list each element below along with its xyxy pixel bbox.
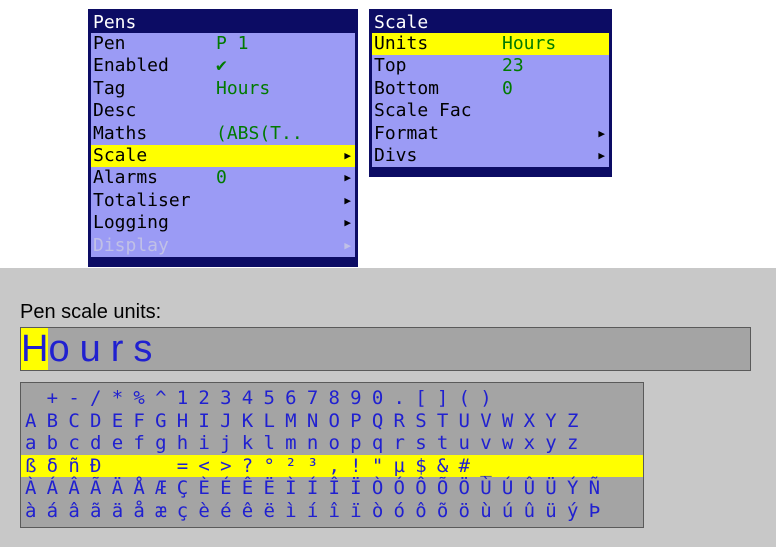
menu-item-label: Scale Fac xyxy=(374,100,472,122)
scale-menu-title: Scale xyxy=(374,12,429,33)
menu-item-label: Bottom xyxy=(374,77,440,99)
menu-item-desc[interactable]: Desc xyxy=(91,100,355,122)
menu-item-bottom[interactable]: Bottom 0 xyxy=(372,78,609,100)
check-icon: ✔ xyxy=(216,55,227,77)
entry-text: Hours xyxy=(21,328,163,370)
menu-item-tag[interactable]: Tag Hours xyxy=(91,78,355,100)
menu-item-format[interactable]: Format ▶ xyxy=(372,123,609,145)
menu-item-alarms[interactable]: Alarms 0 ▶ xyxy=(91,167,355,189)
menu-item-units[interactable]: Units Hours xyxy=(372,33,609,56)
entry-prompt: Pen scale units: xyxy=(20,301,162,323)
submenu-arrow-icon: ▶ xyxy=(344,216,351,230)
pens-menu-body: Pen P 1 Enabled ✔ Tag Hours Desc Maths (… xyxy=(91,33,355,257)
menu-item-display: Display ▶ xyxy=(91,235,355,257)
scale-menu: Scale Units Hours Top 23 Bottom 0 Scale … xyxy=(369,9,612,177)
menu-item-value: 0 xyxy=(502,77,513,99)
menu-item-scale-fac[interactable]: Scale Fac xyxy=(372,100,609,122)
entry-text-rest: ours xyxy=(48,328,163,370)
menu-item-value: Hours xyxy=(502,33,557,54)
text-entry-panel: Pen scale units: Hours + - / * % ^ 1 2 3… xyxy=(0,268,776,547)
menu-item-label: Top xyxy=(374,55,407,77)
submenu-arrow-icon: ▶ xyxy=(344,171,351,185)
menu-item-label: Tag xyxy=(93,77,126,99)
char-row-accented-upper[interactable]: À Á Â Ã Ä Å Æ Ç È É Ê Ë Ì Í Î Ï Ò Ó Ô Õ … xyxy=(21,477,643,500)
char-row-uppercase[interactable]: A B C D E F G H I J K L M N O P Q R S T … xyxy=(21,410,643,433)
menu-item-label: Display xyxy=(93,234,169,256)
menu-item-label: Format xyxy=(374,122,440,144)
submenu-arrow-icon: ▶ xyxy=(598,126,605,140)
menu-item-label: Scale xyxy=(93,144,148,166)
text-cursor: H xyxy=(21,328,49,370)
menu-item-value: (ABS(T.. xyxy=(216,122,303,144)
menu-item-value: 0 xyxy=(216,167,227,189)
menu-item-label: Pen xyxy=(93,33,126,54)
submenu-arrow-icon: ▶ xyxy=(344,148,351,162)
menu-item-value: P 1 xyxy=(216,33,249,54)
menu-item-label: Enabled xyxy=(93,55,169,77)
char-row-lowercase[interactable]: a b c d e f g h i j k l m n o p q r s t … xyxy=(21,432,643,455)
menu-item-maths[interactable]: Maths (ABS(T.. xyxy=(91,123,355,145)
menu-item-divs[interactable]: Divs ▶ xyxy=(372,145,609,167)
character-picker[interactable]: + - / * % ^ 1 2 3 4 5 6 7 8 9 0 . [ ] ( … xyxy=(20,382,644,528)
submenu-arrow-icon: ▶ xyxy=(598,148,605,162)
pens-menu: Pens Pen P 1 Enabled ✔ Tag Hours Desc Ma… xyxy=(88,9,358,267)
menu-item-enabled[interactable]: Enabled ✔ xyxy=(91,55,355,77)
menu-item-logging[interactable]: Logging ▶ xyxy=(91,212,355,234)
menu-item-label: Alarms xyxy=(93,167,159,189)
menu-item-scale[interactable]: Scale ▶ xyxy=(91,144,355,168)
pens-menu-title: Pens xyxy=(93,12,137,33)
char-row-special[interactable]: ß δ ñ Ð = < > ? ° ² ³ , ! " µ $ & # _ xyxy=(21,454,643,477)
menu-item-pen[interactable]: Pen P 1 xyxy=(91,33,355,55)
scale-menu-body: Units Hours Top 23 Bottom 0 Scale Fac Fo… xyxy=(372,33,609,168)
menu-item-value: Hours xyxy=(216,77,271,99)
units-text-field[interactable]: Hours xyxy=(20,327,751,371)
menu-item-top[interactable]: Top 23 xyxy=(372,55,609,77)
menu-item-label: Divs xyxy=(374,144,418,166)
submenu-arrow-icon: ▶ xyxy=(344,238,351,252)
char-row-accented-lower[interactable]: à á â ã ä å æ ç è é ê ë ì í î ï ò ó ô õ … xyxy=(21,500,643,523)
menu-item-label: Units xyxy=(374,33,429,54)
menu-item-label: Totaliser xyxy=(93,189,191,211)
menu-item-value: 23 xyxy=(502,55,524,77)
submenu-arrow-icon: ▶ xyxy=(344,193,351,207)
menu-item-label: Desc xyxy=(93,100,137,122)
char-row-symbols[interactable]: + - / * % ^ 1 2 3 4 5 6 7 8 9 0 . [ ] ( … xyxy=(21,387,643,410)
menu-item-totaliser[interactable]: Totaliser ▶ xyxy=(91,190,355,212)
menu-item-label: Logging xyxy=(93,212,169,234)
menu-item-label: Maths xyxy=(93,122,148,144)
